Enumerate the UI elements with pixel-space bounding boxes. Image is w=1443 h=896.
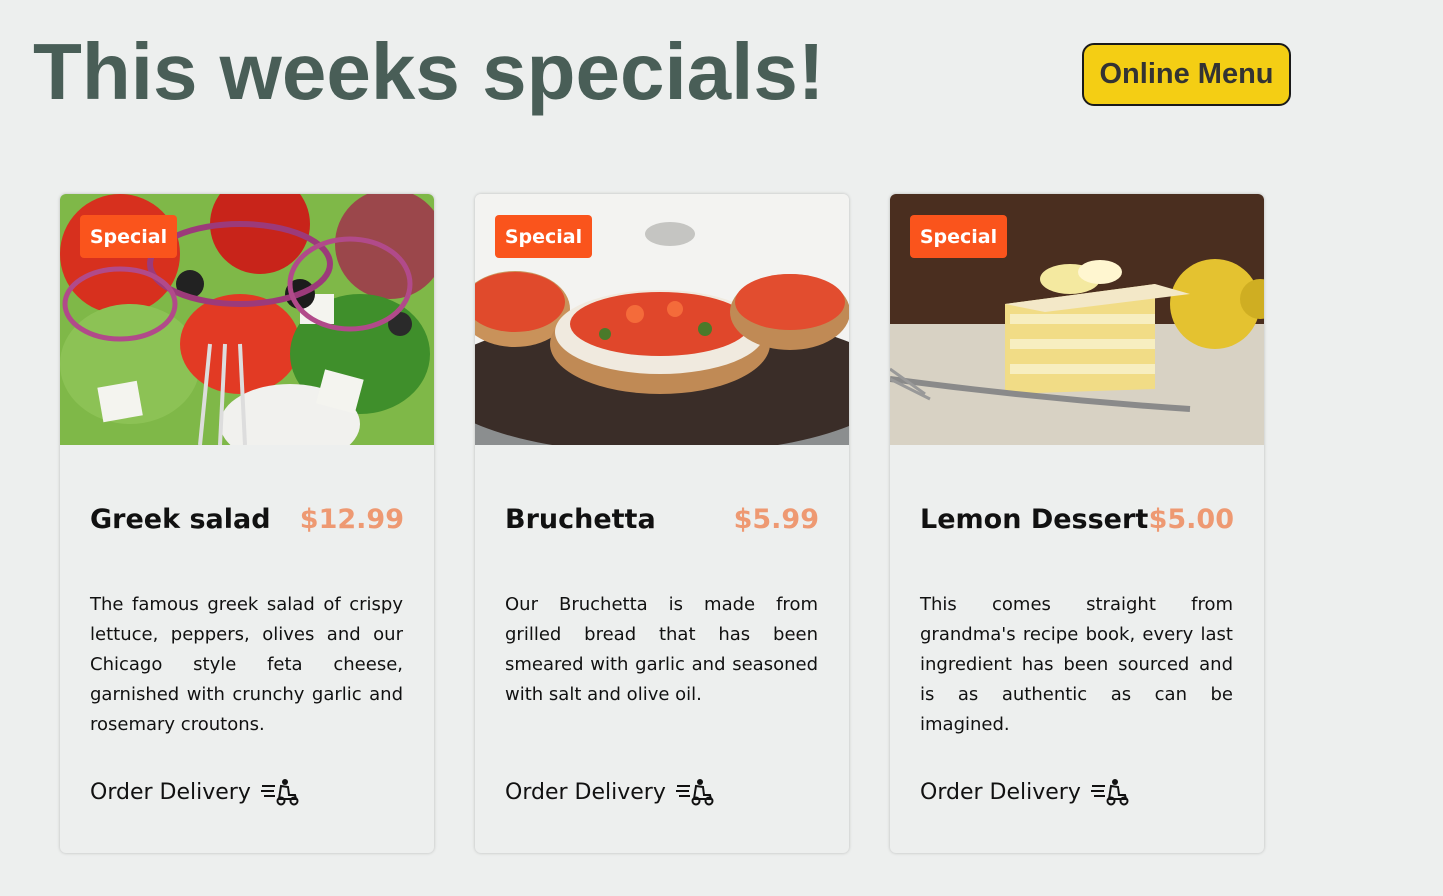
dish-description: This comes straight from grandma's recip… (920, 594, 1233, 735)
order-delivery-label: Order Delivery (920, 779, 1081, 805)
dish-price: $12.99 (299, 504, 404, 535)
special-badge: Special (495, 215, 592, 258)
order-delivery-label: Order Delivery (505, 779, 666, 805)
order-delivery-label: Order Delivery (90, 779, 251, 805)
order-delivery-link[interactable]: Order Delivery (90, 778, 299, 806)
dish-title: Bruchetta (505, 504, 656, 535)
delivery-scooter-icon (1090, 778, 1129, 806)
page-title: This weeks specials! (33, 27, 825, 116)
online-menu-button[interactable]: Online Menu (1082, 43, 1291, 106)
special-card-greek-salad: Special Greek salad $12.99 The famous gr… (60, 194, 434, 853)
special-card-bruchetta: Special Bruchetta $5.99 Our Bruchetta is… (475, 194, 849, 853)
delivery-scooter-icon (675, 778, 714, 806)
order-delivery-link[interactable]: Order Delivery (505, 778, 714, 806)
dish-title: Greek salad (90, 504, 271, 535)
dish-description: Our Bruchetta is made from grilled bread… (505, 594, 818, 705)
dish-title: Lemon Dessert (920, 504, 1149, 535)
dish-description: The famous greek salad of crispy lettuce… (90, 594, 403, 735)
special-card-lemon-dessert: Special Lemon Dessert $5.00 This comes s… (890, 194, 1264, 853)
delivery-scooter-icon (260, 778, 299, 806)
dish-price: $5.99 (733, 504, 819, 535)
special-badge: Special (80, 215, 177, 258)
dish-price: $5.00 (1148, 504, 1234, 535)
order-delivery-link[interactable]: Order Delivery (920, 778, 1129, 806)
special-badge: Special (910, 215, 1007, 258)
